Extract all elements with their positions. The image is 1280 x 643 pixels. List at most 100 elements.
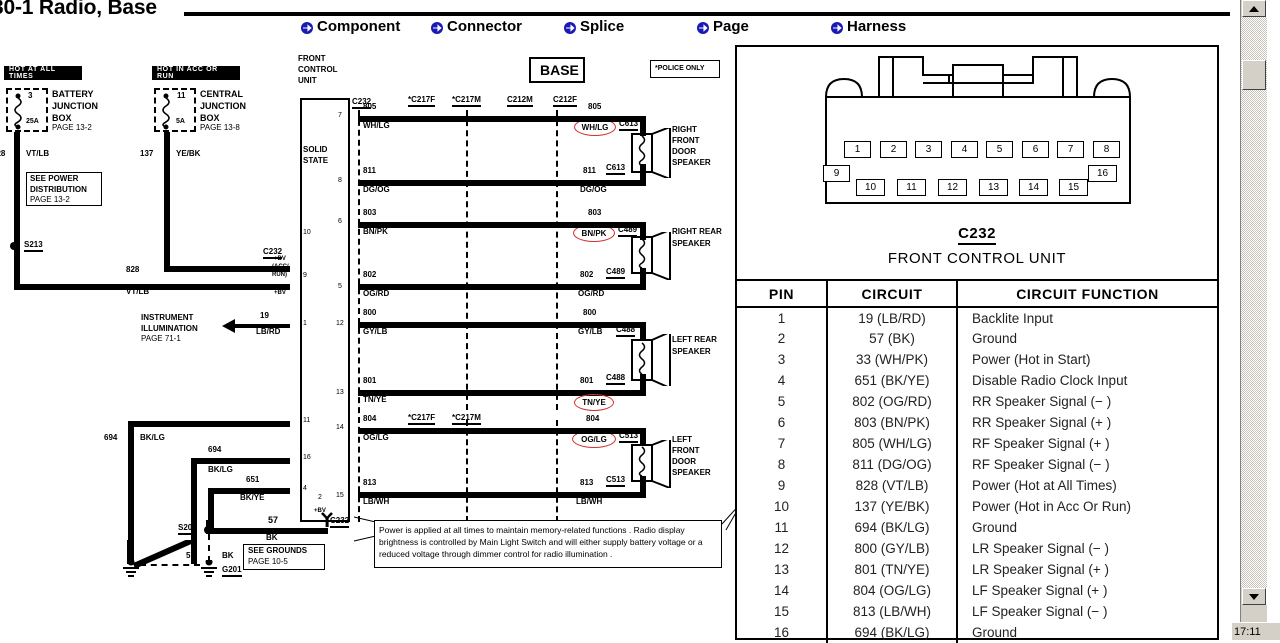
wire-813-circuit-right: 813 <box>580 478 594 487</box>
wire-813-color: LB/WH <box>363 497 390 506</box>
wire-813-run <box>358 492 646 498</box>
conn-pin-3: 3 <box>915 141 942 158</box>
cell-circuit: 805 (WH/LG) <box>827 433 958 454</box>
cell-pin: 11 <box>737 517 828 538</box>
cell-circuit: 137 (YE/BK) <box>827 496 958 517</box>
wire-813-circuit: 813 <box>363 478 377 487</box>
wire-694b-color: BK/LG <box>208 465 233 474</box>
scroll-up-button[interactable] <box>1242 0 1266 17</box>
cell-circuit: 813 (LB/WH) <box>827 601 958 622</box>
cell-circuit-function: Disable Radio Clock Input <box>972 373 1128 388</box>
left-rear-speaker-icon <box>631 334 671 386</box>
wire-828-color-2: VT/LB <box>126 287 150 296</box>
speaker-1-label-2: FRONT <box>672 136 700 145</box>
instrument-illumination-page: PAGE 71-1 <box>141 334 181 343</box>
table-row: 1 19 (LB/RD) Backlite Input <box>737 307 1217 328</box>
wire-57-dashed-vertical <box>208 534 210 562</box>
speaker-1-label-4: SPEAKER <box>672 158 711 167</box>
table-body: 1 19 (LB/RD) Backlite Input 2 57 (BK) Ground 3… <box>737 307 1217 643</box>
cell-circuit: 802 (OG/RD) <box>827 391 958 412</box>
wire-800-circuit-right: 800 <box>583 308 597 317</box>
nav-item-component[interactable]: Component <box>300 18 400 35</box>
cell-pin: 13 <box>737 559 828 580</box>
connector-c488-bottom: C488 <box>606 373 626 385</box>
arrow-loop-icon <box>563 21 577 35</box>
fcu-label-1: FRONT <box>298 54 326 63</box>
nav-item-connector[interactable]: Connector <box>430 18 522 35</box>
wire-805-color: WH/LG <box>363 121 390 130</box>
splice-s204-label: S204 <box>178 523 197 535</box>
power-distribution-page: PAGE 13-2 <box>30 195 70 204</box>
c232-dashed-column <box>358 110 360 522</box>
wire-57-circuit: 57 <box>268 515 279 525</box>
fcu-pin-1: 1 <box>303 320 307 327</box>
table-row: 12 800 (GY/LB) LR Speaker Signal (− ) <box>737 538 1217 559</box>
table-row: 15 813 (LB/WH) LF Speaker Signal (− ) <box>737 601 1217 622</box>
scrollbar-corner <box>1241 605 1267 622</box>
conn-pin-1: 1 <box>844 141 871 158</box>
solid-state-line-1: SOLID <box>303 145 328 154</box>
title-rule <box>184 12 1230 16</box>
wire-811-circuit: 811 <box>363 166 376 175</box>
fcu-pin-4: 4 <box>303 485 307 492</box>
scrollbar-track[interactable] <box>1241 17 1267 588</box>
hot-in-acc-or-run-band: HOT IN ACC OR RUN <box>152 66 240 80</box>
speaker-1-label-3: DOOR <box>672 147 696 156</box>
cell-pin: 8 <box>737 454 828 475</box>
see-grounds-page: PAGE 10-5 <box>248 557 288 566</box>
nav-item-harness[interactable]: Harness <box>830 18 906 35</box>
speaker-4-label-1: LEFT <box>672 435 692 444</box>
wire-800-run <box>358 322 646 328</box>
wire-828-vertical <box>14 132 20 244</box>
table-header-row: PIN CIRCUIT CIRCUIT FUNCTION <box>737 279 1217 308</box>
header-circuit-function: CIRCUIT FUNCTION <box>957 279 1217 308</box>
nav-item-label: Connector <box>447 18 522 35</box>
cell-circuit: 694 (BK/LG) <box>827 517 958 538</box>
wire-802-color-right: OG/RD <box>578 289 605 298</box>
bv-label: +BV <box>274 290 286 296</box>
nav-item-page[interactable]: Page <box>696 18 749 35</box>
fcu-out-pin-6: 6 <box>338 218 342 225</box>
instrument-illumination-line-1: INSTRUMENT <box>141 313 194 322</box>
cell-circuit: 19 (LB/RD) <box>827 307 958 328</box>
conn-pin-14: 14 <box>1019 179 1048 196</box>
fcu-pin-2: 2 <box>318 494 322 501</box>
bjb-page: PAGE 13-2 <box>52 123 92 132</box>
cell-circuit-function: Backlite Input <box>972 310 1054 326</box>
wire-694b-horizontal <box>191 458 290 464</box>
table-row: 3 33 (WH/PK) Power (Hot in Start) <box>737 349 1217 370</box>
cell-pin: 4 <box>737 370 828 391</box>
note-box: Power is applied at all times to maintai… <box>374 520 722 568</box>
wire-805-circuit: 805 <box>363 102 377 111</box>
nav-item-label: Page <box>713 18 749 35</box>
wire-804-color: OG/LG <box>363 433 389 442</box>
vertical-scrollbar[interactable] <box>1240 0 1267 622</box>
cell-pin: 15 <box>737 601 828 622</box>
c232-connector-symbol-icon <box>321 512 333 527</box>
conn-pin-4: 4 <box>951 141 978 158</box>
cjb-line-2: JUNCTION <box>200 101 247 111</box>
ground-symbol-left-icon <box>123 560 139 577</box>
taskbar-clock: 17:11 <box>1232 622 1280 640</box>
cjb-page: PAGE 13-8 <box>200 123 240 132</box>
cell-circuit: 33 (WH/PK) <box>827 349 958 370</box>
wire-694a-horizontal <box>128 421 290 427</box>
nav-item-splice[interactable]: Splice <box>563 18 624 35</box>
scroll-down-button[interactable] <box>1242 588 1266 605</box>
wire-57b-circuit: 57 <box>186 551 195 560</box>
cell-pin: 2 <box>737 328 828 349</box>
connector-name-text: C232 <box>958 225 996 245</box>
cell-circuit-function: RR Speaker Signal (+ ) <box>972 415 1112 430</box>
fcu-label-3: UNIT <box>298 76 317 85</box>
power-distribution-line-2: DISTRIBUTION <box>30 185 87 194</box>
wire-801-circuit-right: 801 <box>580 376 594 385</box>
cell-circuit: 803 (BN/PK) <box>827 412 958 433</box>
cjb-line-3: BOX <box>200 113 220 123</box>
cell-circuit: 801 (TN/YE) <box>827 559 958 580</box>
instrument-illumination-arrow-icon <box>222 319 235 333</box>
scrollbar-thumb[interactable] <box>1242 60 1266 90</box>
arrow-loop-icon <box>430 21 444 35</box>
connector-name: C232 <box>737 225 1217 245</box>
cell-pin: 3 <box>737 349 828 370</box>
acc-run-label-2: (ACC/ <box>272 264 289 270</box>
